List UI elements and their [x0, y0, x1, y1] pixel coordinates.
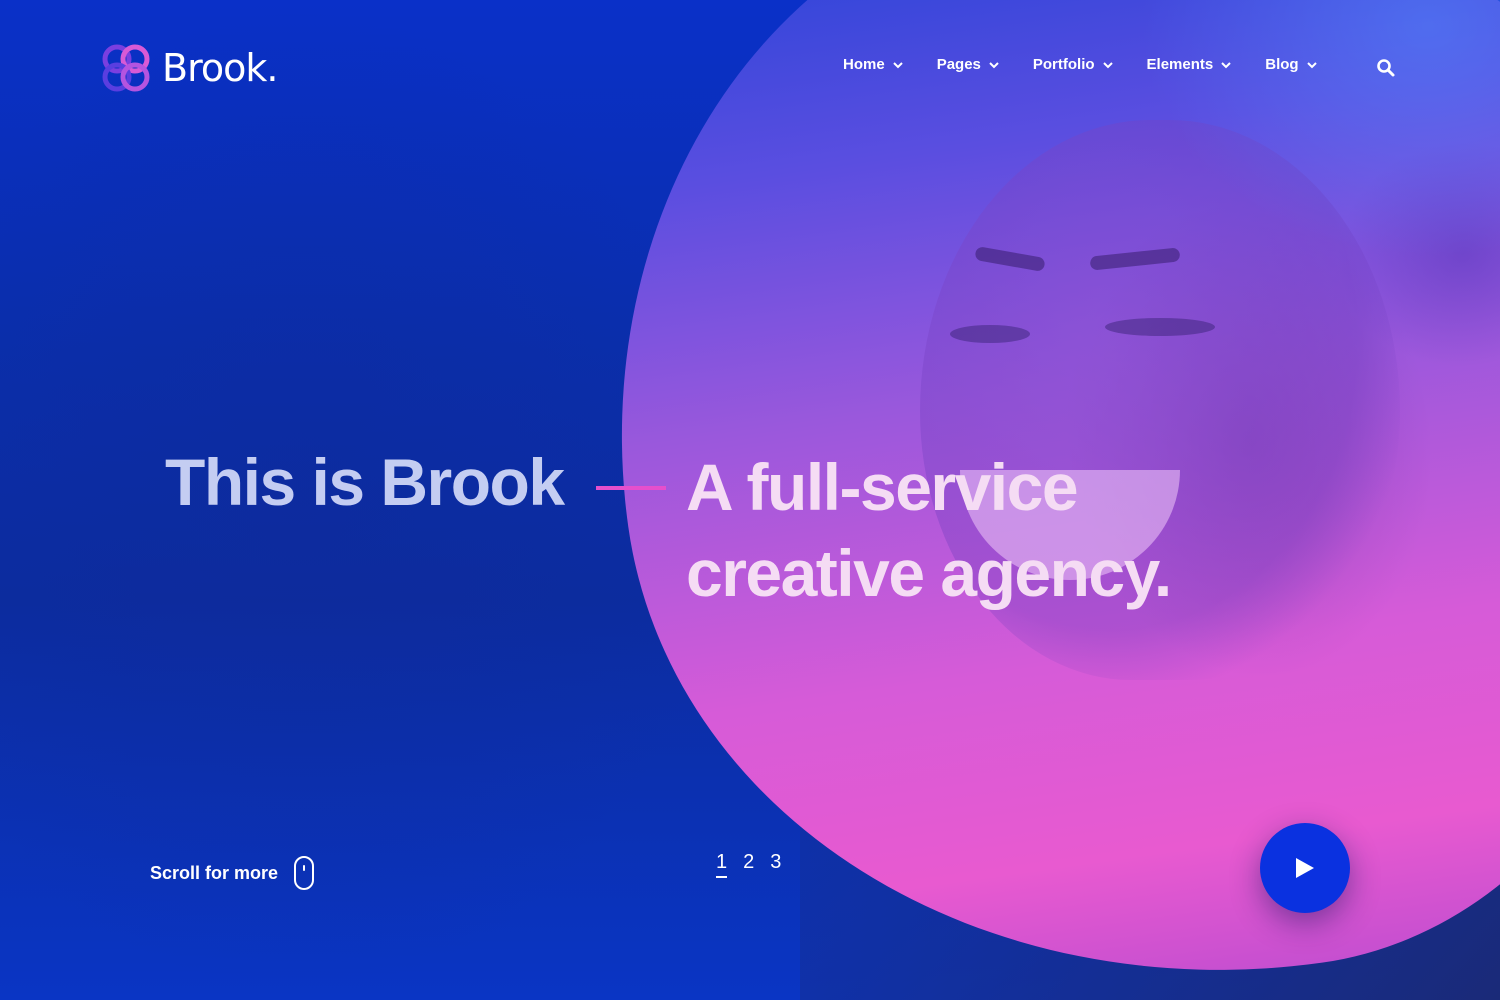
chevron-down-icon — [1102, 61, 1113, 68]
nav-item-pages[interactable]: Pages — [937, 56, 999, 73]
portrait-detail — [1105, 318, 1215, 336]
nav-item-home[interactable]: Home — [843, 56, 903, 73]
nav-label: Elements — [1146, 56, 1214, 73]
main-nav: Home Pages Portfolio Elements Blog — [843, 56, 1317, 73]
chevron-down-icon — [989, 61, 999, 68]
nav-label: Pages — [936, 56, 981, 73]
chevron-down-icon — [892, 61, 903, 68]
slide-page-1[interactable]: 1 — [716, 851, 728, 878]
hero-section: Brook. Home Pages Portfolio Elements Blo… — [0, 0, 1500, 1000]
hero-subtitle: A full-service creative agency. — [686, 444, 1172, 616]
nav-label: Blog — [1265, 56, 1299, 73]
nav-label: Home — [843, 56, 885, 73]
scroll-for-more[interactable]: Scroll for more — [150, 856, 315, 890]
chevron-down-icon — [1306, 61, 1317, 68]
hero-title: This is Brook — [165, 445, 565, 519]
search-icon[interactable] — [1376, 58, 1396, 78]
slide-pager: 1 2 3 — [716, 851, 781, 878]
nav-item-elements[interactable]: Elements — [1147, 56, 1232, 73]
mouse-icon — [294, 856, 315, 890]
logo-icon — [102, 44, 150, 92]
hero-divider — [596, 486, 666, 490]
slide-page-3[interactable]: 3 — [770, 851, 781, 878]
play-video-button[interactable] — [1260, 823, 1350, 913]
chevron-down-icon — [1221, 61, 1231, 68]
scroll-label: Scroll for more — [150, 862, 279, 883]
brand-logo[interactable]: Brook. — [100, 42, 278, 94]
nav-item-portfolio[interactable]: Portfolio — [1033, 56, 1113, 73]
brand-name: Brook. — [162, 46, 278, 90]
hero-subtitle-line: creative agency. — [686, 536, 1172, 610]
nav-item-blog[interactable]: Blog — [1265, 56, 1317, 73]
portrait-detail — [950, 325, 1030, 343]
play-icon — [1296, 858, 1314, 878]
slide-page-2[interactable]: 2 — [743, 851, 754, 878]
hero-subtitle-line: A full-service — [686, 450, 1079, 524]
nav-label: Portfolio — [1032, 56, 1095, 73]
